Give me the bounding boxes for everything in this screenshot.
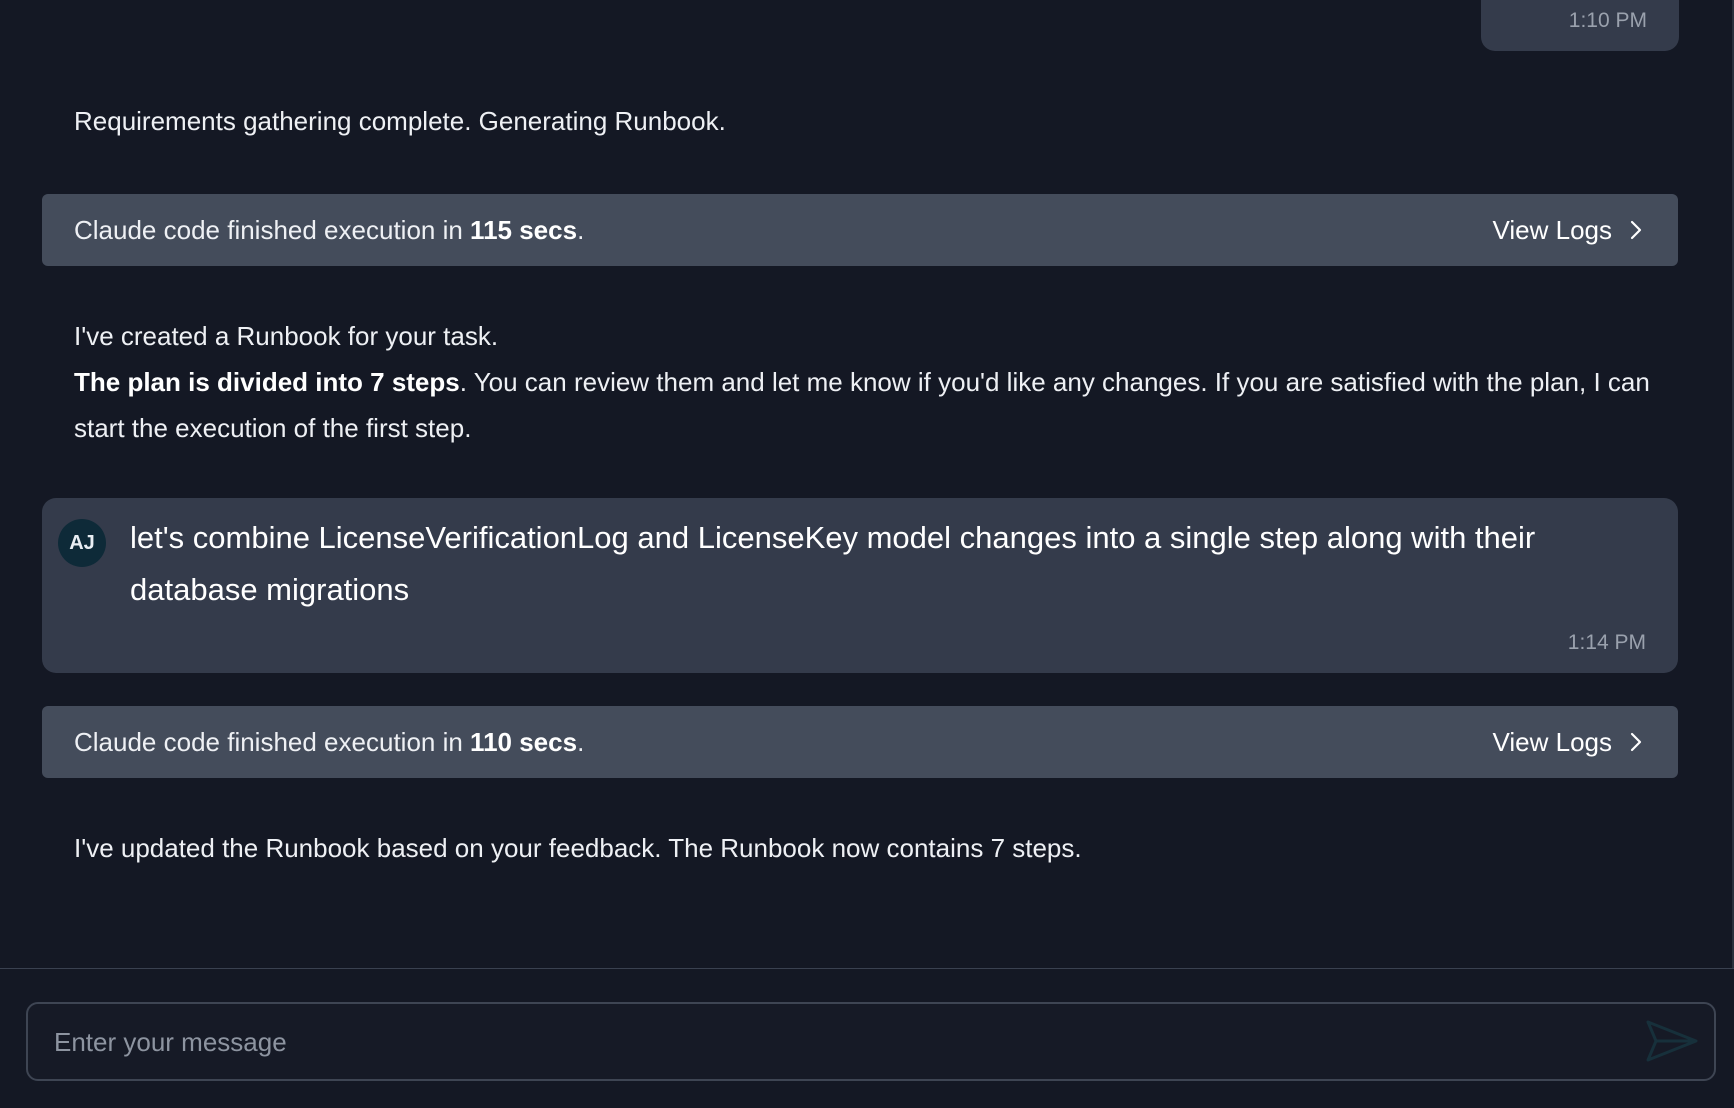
runbook-details: The plan is divided into 7 steps. You ca… xyxy=(74,359,1674,451)
chat-messages[interactable]: 1:10 PM Requirements gathering complete.… xyxy=(0,0,1734,968)
execution-status-text: Claude code finished execution in 110 se… xyxy=(74,727,584,758)
execution-status-suffix: . xyxy=(577,726,585,757)
execution-duration: 110 secs xyxy=(470,726,578,757)
message-timestamp: 1:10 PM xyxy=(1568,9,1647,32)
view-logs-button[interactable]: View Logs xyxy=(1493,215,1647,246)
execution-status-bar: Claude code finished execution in 115 se… xyxy=(42,194,1678,266)
message-timestamp: 1:14 PM xyxy=(1567,631,1646,654)
message-composer xyxy=(26,1002,1716,1081)
send-button[interactable] xyxy=(1644,1020,1700,1066)
execution-status-suffix: . xyxy=(577,214,585,245)
view-logs-button[interactable]: View Logs xyxy=(1493,727,1647,758)
send-icon xyxy=(1645,1019,1699,1068)
execution-status-text: Claude code finished execution in 115 se… xyxy=(74,215,584,246)
chevron-right-icon xyxy=(1626,220,1646,240)
execution-duration: 115 secs xyxy=(470,214,578,245)
chevron-right-icon xyxy=(1626,732,1646,752)
avatar: AJ xyxy=(58,519,106,567)
user-message-text: let's combine LicenseVerificationLog and… xyxy=(130,520,1536,607)
execution-status-prefix: Claude code finished execution in xyxy=(74,214,471,245)
assistant-message-updated: I've updated the Runbook based on your f… xyxy=(74,833,1082,863)
message-input[interactable] xyxy=(52,1004,1616,1081)
chat-app: 1:10 PM Requirements gathering complete.… xyxy=(0,0,1734,1108)
previous-user-message: 1:10 PM xyxy=(1481,0,1679,51)
assistant-message-runbook: I've created a Runbook for your task. Th… xyxy=(74,313,1674,451)
view-logs-label: View Logs xyxy=(1492,726,1613,757)
assistant-message-requirements: Requirements gathering complete. Generat… xyxy=(74,106,726,136)
execution-status-prefix: Claude code finished execution in xyxy=(74,726,471,757)
user-message: AJ let's combine LicenseVerificationLog … xyxy=(42,498,1678,673)
composer-divider xyxy=(0,968,1734,969)
runbook-intro: I've created a Runbook for your task. xyxy=(74,321,499,351)
runbook-steps-highlight: The plan is divided into 7 steps xyxy=(74,367,460,397)
view-logs-label: View Logs xyxy=(1492,214,1613,245)
execution-status-bar: Claude code finished execution in 110 se… xyxy=(42,706,1678,778)
